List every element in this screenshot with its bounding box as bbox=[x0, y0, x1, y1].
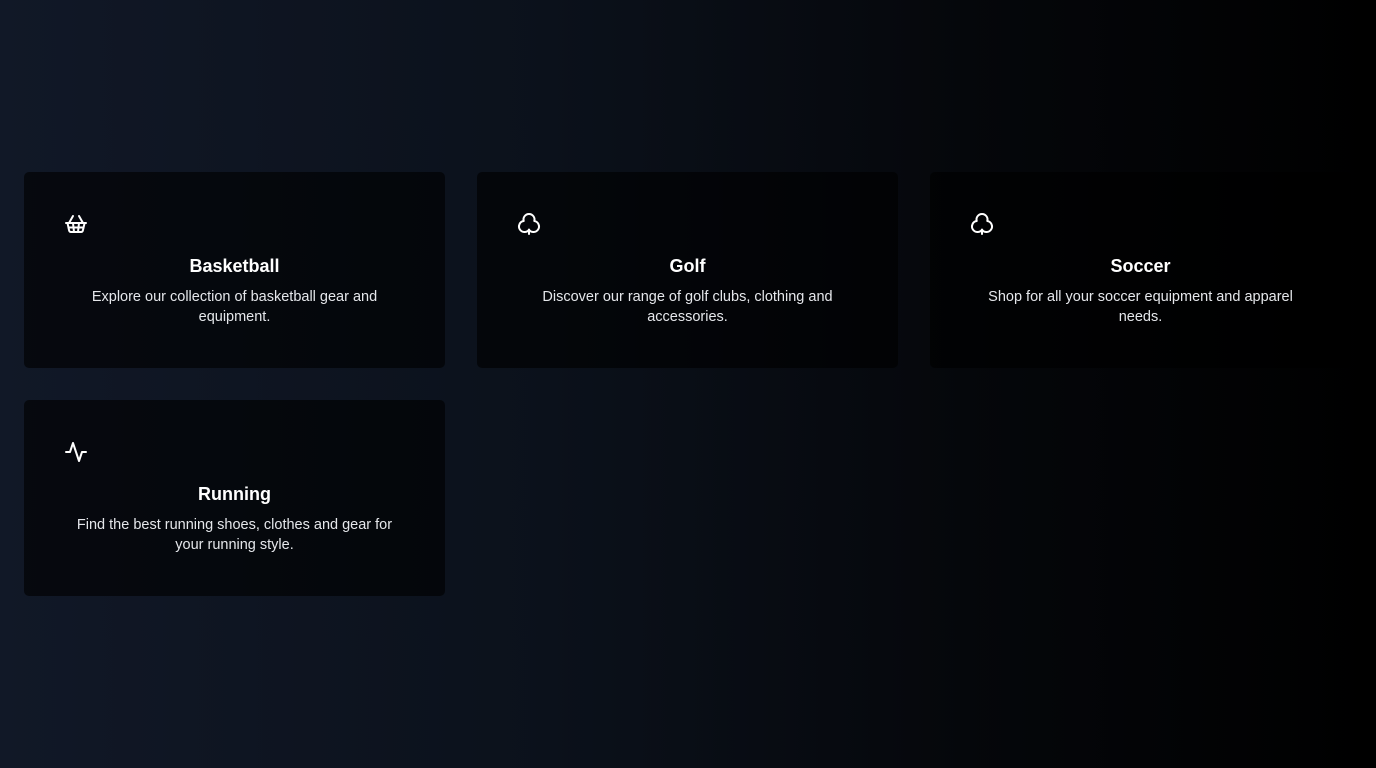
category-title: Basketball bbox=[189, 256, 280, 276]
category-card-running[interactable]: Running Find the best running shoes, clo… bbox=[24, 400, 445, 596]
category-description: Shop for all your soccer equipment and a… bbox=[988, 289, 1293, 325]
category-description: Find the best running shoes, clothes and… bbox=[76, 517, 393, 553]
category-title: Golf bbox=[669, 256, 706, 276]
activity-icon bbox=[64, 440, 88, 464]
category-title: Running bbox=[198, 484, 271, 504]
category-card-basketball[interactable]: Basketball Explore our collection of bas… bbox=[24, 172, 445, 368]
category-card-soccer[interactable]: Soccer Shop for all your soccer equipmen… bbox=[930, 172, 1351, 368]
category-card-golf[interactable]: Golf Discover our range of golf clubs, c… bbox=[477, 172, 898, 368]
category-description: Explore our collection of basketball gea… bbox=[91, 289, 378, 325]
category-description: Discover our range of golf clubs, clothi… bbox=[542, 289, 833, 325]
club-icon bbox=[970, 212, 994, 236]
basket-icon bbox=[64, 212, 88, 236]
club-icon bbox=[517, 212, 541, 236]
category-grid: Basketball Explore our collection of bas… bbox=[24, 172, 1353, 596]
category-title: Soccer bbox=[1110, 256, 1171, 276]
